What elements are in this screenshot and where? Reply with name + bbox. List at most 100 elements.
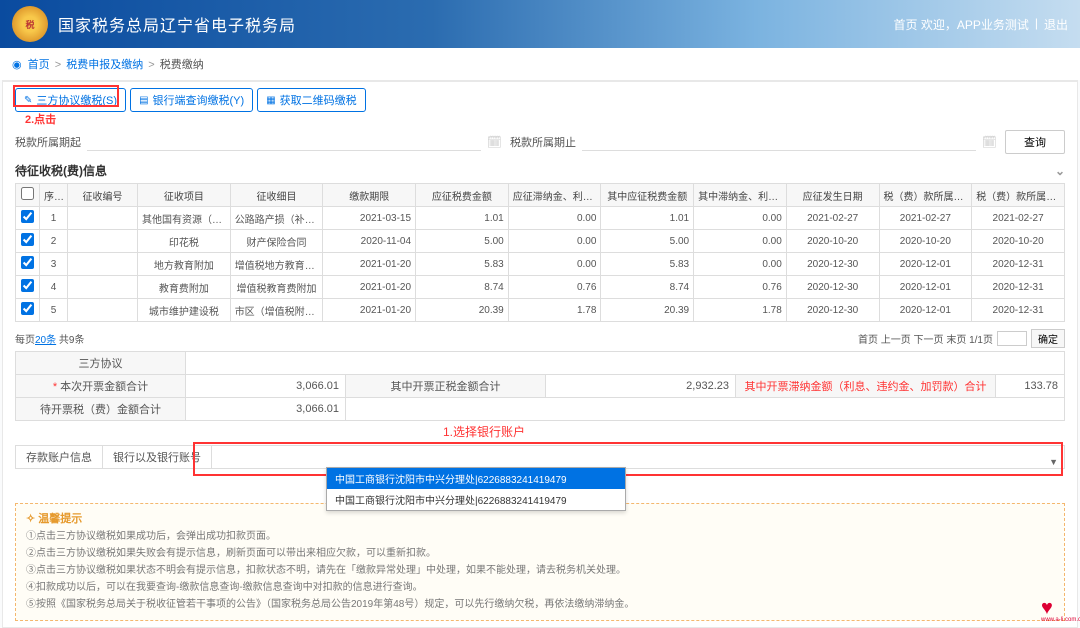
table-row[interactable]: 3地方教育附加增值税地方教育附加2021-01-205.830.005.830.… [16,253,1065,276]
cell: 印花税 [138,230,231,253]
cell [68,299,138,322]
cell: 20.39 [601,299,694,322]
cell: 8.74 [416,276,509,299]
page-input[interactable] [997,331,1027,346]
footer-logo: ♥ www.a-li.com.cn [1041,597,1069,625]
cell: 3 [40,253,68,276]
cell: 1.01 [416,207,509,230]
cell: 公路路产损（补）修费 [230,207,323,230]
section-title-text: 待征收税(费)信息 [15,162,107,179]
tab-label: 银行端查询缴税(Y) [153,92,245,108]
divider: | [1035,16,1038,33]
tab-tripartite-pay[interactable]: ✎ 三方协议缴税(S) [15,88,126,112]
tax-grid: 序号征收编号征收项目征收细目缴款期限应征税费金额应征滞纳金、利息、违约其中应征税… [3,183,1077,326]
sum-penalty-lbl: 其中开票滞纳金额（利息、违约金、加罚款）合计 [736,375,996,398]
tips-title: ✧ 温馨提示 [26,510,1054,526]
tips-panel: ✧ 温馨提示 ①点击三方协议缴税如果成功后，会弹出成功扣款页面。 ②点击三方协议… [15,503,1065,621]
bc-l1[interactable]: 税费申报及缴纳 [66,59,143,71]
calendar-icon[interactable]: 🗓 [487,135,502,149]
cell: 5.83 [601,253,694,276]
nav-links[interactable]: 首页 上一页 下一页 末页 1/1页 [858,331,993,346]
cell [68,276,138,299]
bc-home[interactable]: 首页 [28,59,50,71]
bc-sep: > [55,59,61,71]
cell: 增值税地方教育附加 [230,253,323,276]
bank-option-selected[interactable]: 中国工商银行沈阳市中兴分理处|6226883241419479 [327,468,625,489]
bank-dropdown: 中国工商银行沈阳市中兴分理处|6226883241419479 中国工商银行沈阳… [326,467,626,511]
cell: 2020-12-31 [972,299,1065,322]
table-row[interactable]: 2印花税财产保险合同2020-11-045.000.005.000.002020… [16,230,1065,253]
bank-select[interactable]: ▼ [212,454,1064,460]
row-checkbox[interactable] [21,210,34,223]
cell: 2021-01-20 [323,276,416,299]
cell: 2020-12-30 [786,299,879,322]
cell: 2 [40,230,68,253]
cell: 地方教育附加 [138,253,231,276]
qr-icon: ▦ [266,95,275,106]
bank-info-label: 存款账户信息 [16,446,103,468]
col-header: 缴款期限 [323,184,416,207]
tip-line: ①点击三方协议缴税如果成功后，会弹出成功扣款页面。 [26,529,1054,544]
dropdown-arrow-icon[interactable]: ▼ [1049,457,1058,467]
select-all-checkbox[interactable] [21,187,34,200]
cell: 2021-03-15 [323,207,416,230]
tab-bank-query-pay[interactable]: ▤ 银行端查询缴税(Y) [130,88,253,112]
page-size-link[interactable]: 20条 [35,335,56,346]
cell: 5 [40,299,68,322]
tab-qrcode-pay[interactable]: ▦ 获取二维码缴税 [257,88,365,112]
col-header: 其中应征税费金额 [601,184,694,207]
table-row[interactable]: 1其他国有资源（资产）有偿使用...公路路产损（补）修费2021-03-151.… [16,207,1065,230]
sum-tax-val: 2,932.23 [546,375,736,398]
period-start-input[interactable] [87,134,481,151]
table-row[interactable]: 5城市维护建设税市区（增值税附征）2021-01-2020.391.7820.3… [16,299,1065,322]
start-label: 税款所属期起 [15,134,81,150]
row-checkbox[interactable] [21,302,34,315]
bank-option[interactable]: 中国工商银行沈阳市中兴分理处|6226883241419479 [327,489,625,510]
logout-link[interactable]: 退出 [1044,16,1068,33]
tip-line: ⑤按照《国家税务总局关于税收征管若干事项的公告》（国家税务总局公告2019年第4… [26,597,1054,612]
cell: 5.00 [416,230,509,253]
tip-line: ③点击三方协议缴税如果状态不明会有提示信息，扣款状态不明，请先在「缴款异常处理」… [26,563,1054,578]
period-end-input[interactable] [582,134,976,151]
tip-line: ②点击三方协议缴税如果失败会有提示信息，刷新页面可以带出来相应欠款，可以重新扣款… [26,546,1054,561]
pencil-icon: ✎ [24,95,32,106]
section-title: 待征收税(费)信息 ⌄ [3,158,1077,183]
col-header: 序号 [40,184,68,207]
col-header: 其中滞纳金、利息、违约 [694,184,787,207]
table-row[interactable]: 4教育费附加增值税教育费附加2021-01-208.740.768.740.76… [16,276,1065,299]
header-actions: 首页 欢迎，APP业务测试 | 退出 [894,16,1069,33]
footer-url: www.a-li.com.cn [1041,617,1069,623]
cell: 其他国有资源（资产）有偿使用... [138,207,231,230]
bc-sep: > [148,59,154,71]
cell: 2020-12-30 [786,253,879,276]
row-checkbox[interactable] [21,279,34,292]
calendar-icon[interactable]: 🗓 [982,135,997,149]
breadcrumb: ◉ 首页 > 税费申报及缴纳 > 税费缴纳 [0,48,1080,80]
page-go-button[interactable]: 确定 [1031,329,1065,348]
row-checkbox[interactable] [21,256,34,269]
cell: 1.78 [694,299,787,322]
cell: 市区（增值税附征） [230,299,323,322]
filter-bar: 税款所属期起 🗓 税款所属期止 🗓 查询 [3,126,1077,158]
summary-section: 三方协议 本次开票金额合计 3,066.01 其中开票正税金额合计 2,932.… [3,351,1077,421]
cell: 2021-02-27 [786,207,879,230]
bank-account-label: 银行以及银行账号 [103,446,212,468]
collapse-icon[interactable]: ⌄ [1055,164,1065,178]
cell: 2021-01-20 [323,299,416,322]
query-button[interactable]: 查询 [1005,130,1065,154]
cell: 2020-10-20 [972,230,1065,253]
sum-pending-lbl: 待开票税（费）金额合计 [16,398,186,421]
sum-tax-lbl: 其中开票正税金额合计 [346,375,546,398]
action-tabs: ✎ 三方协议缴税(S) ▤ 银行端查询缴税(Y) ▦ 获取二维码缴税 [3,81,1077,112]
col-header: 税（费）款所属期止 [972,184,1065,207]
cell: 教育费附加 [138,276,231,299]
cell [68,207,138,230]
page-size-info: 每页20条 共9条 [15,331,84,346]
row-checkbox[interactable] [21,233,34,246]
period-end-field: 税款所属期止 🗓 [510,134,997,151]
bank-row: 存款账户信息 银行以及银行账号 ▼ [15,445,1065,469]
welcome-text[interactable]: 首页 欢迎，APP业务测试 [894,16,1029,33]
cell: 2020-10-20 [879,230,972,253]
cell [68,230,138,253]
cell: 2020-12-31 [972,253,1065,276]
